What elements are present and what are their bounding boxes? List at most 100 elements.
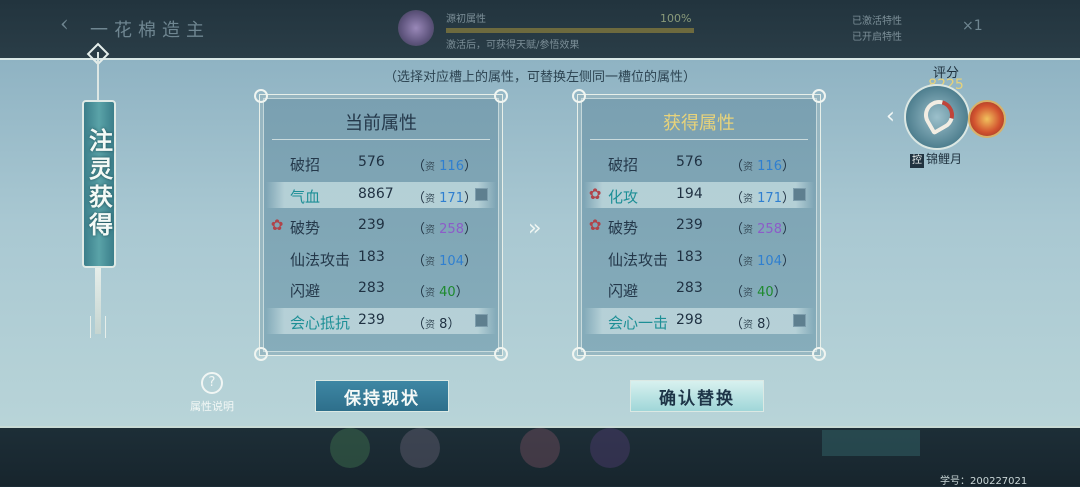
aptitude-number: 104	[757, 253, 782, 269]
game-bottom-bar	[0, 428, 1080, 486]
attribute-row[interactable]: 闪避 283 （资 40）	[266, 276, 496, 302]
special-attribute-icon: ✿	[588, 184, 602, 203]
attribute-row[interactable]: ✿ 破势 239 （资 258）	[266, 213, 496, 239]
back-icon[interactable]: ‹	[60, 12, 69, 37]
attribute-name: 破势	[290, 219, 321, 237]
activity-progress-bar	[446, 28, 694, 33]
slot-checkbox-icon[interactable]	[475, 187, 488, 201]
attribute-value: 576	[676, 154, 703, 170]
attribute-name: 破招	[290, 156, 321, 174]
paren-close: ）	[447, 316, 461, 332]
current-attributes-title: 当前属性	[345, 113, 417, 134]
aptitude-prefix: 资	[743, 319, 754, 331]
pet-name: 控锦鲤月	[910, 150, 962, 168]
paren-open: （	[730, 253, 744, 269]
attribute-name: 仙法攻击	[608, 250, 669, 269]
attribute-aptitude: （资 171）	[412, 187, 477, 206]
right-status-top: 已激活特性	[852, 16, 902, 27]
special-attribute-icon: ✿	[270, 216, 284, 234]
pet-name-text: 锦鲤月	[926, 152, 963, 166]
bottom-action-button	[822, 430, 920, 456]
replace-arrow-icon: »	[528, 216, 542, 241]
game-top-bar: ‹ 一花棉造主 源初属性 100% 激活后，可获得天赋/参悟效果 已激活特性 已…	[0, 0, 1080, 58]
attribute-value: 283	[358, 280, 385, 296]
attribute-aptitude: （资 40）	[412, 281, 469, 300]
attribute-row[interactable]: 破招 576 （资 116）	[584, 150, 814, 176]
aptitude-prefix: 资	[425, 319, 436, 331]
attribute-name: 闪避	[290, 282, 321, 300]
activity-orb-icon	[398, 10, 434, 46]
help-icon[interactable]: ?	[201, 372, 223, 394]
paren-close: ）	[463, 222, 477, 237]
attribute-aptitude: （资 171）	[730, 187, 795, 206]
aptitude-number: 258	[439, 222, 464, 237]
attribute-row[interactable]: 闪避 283 （资 40）	[584, 276, 814, 302]
attribute-aptitude: （资 116）	[730, 155, 795, 174]
paren-open: （	[412, 316, 426, 332]
attribute-value: 283	[676, 280, 703, 296]
bottom-avatar-3	[520, 428, 560, 468]
attribute-aptitude: （资 104）	[412, 250, 477, 269]
attribute-aptitude: （资 258）	[412, 218, 477, 237]
paren-open: （	[412, 285, 426, 300]
game-title: 一花棉造主	[90, 20, 210, 41]
attribute-value: 576	[358, 154, 385, 170]
paren-open: （	[730, 316, 744, 332]
slot-checkbox-icon[interactable]	[793, 187, 806, 201]
activity-name: 源初属性	[446, 14, 486, 25]
attribute-name: 破招	[608, 156, 639, 174]
attribute-replace-panel: （选择对应槽上的属性，可替换左侧同一槽位的属性） 评分 8225 ‹ 控锦鲤月	[0, 58, 1080, 428]
corner-ornament	[572, 89, 586, 103]
aptitude-number: 40	[757, 285, 774, 300]
paren-open: （	[730, 222, 744, 237]
attribute-value: 194	[676, 185, 703, 202]
keep-current-button[interactable]: 保持现状	[315, 380, 449, 412]
attribute-row[interactable]: 仙法攻击 183 （资 104）	[266, 245, 496, 271]
slot-checkbox-icon[interactable]	[793, 313, 806, 327]
attribute-name: 气血	[290, 187, 321, 206]
attribute-row[interactable]: 气血 8867 （资 171）	[266, 181, 496, 208]
aptitude-number: 258	[757, 222, 782, 237]
aptitude-prefix: 资	[743, 193, 754, 205]
slot-checkbox-icon[interactable]	[475, 313, 488, 327]
corner-ornament	[812, 347, 826, 361]
student-id: 学号：200227021	[940, 476, 1028, 487]
attribute-value: 239	[676, 217, 703, 233]
paren-open: （	[412, 222, 426, 237]
attribute-name: 化攻	[608, 187, 639, 206]
paren-open: （	[730, 190, 744, 206]
paren-close: ）	[781, 159, 795, 174]
attribute-row[interactable]: 会心一击 298 （资 8）	[584, 307, 814, 334]
aptitude-number: 171	[439, 190, 464, 206]
pet-prev-icon[interactable]: ‹	[886, 104, 895, 129]
attribute-name: 会心一击	[608, 313, 669, 332]
aptitude-number: 40	[439, 285, 456, 300]
attribute-name: 仙法攻击	[290, 250, 351, 269]
attribute-name: 闪避	[608, 282, 639, 300]
pet-orb-icon[interactable]	[968, 100, 1006, 138]
attribute-help[interactable]: ? 属性说明	[182, 372, 242, 414]
corner-ornament	[254, 89, 268, 103]
bottom-avatar-4	[590, 428, 630, 468]
attribute-value: 239	[358, 311, 385, 328]
attribute-value: 298	[676, 311, 703, 328]
attribute-row[interactable]: 会心抵抗 239 （资 8）	[266, 307, 496, 334]
corner-ornament	[494, 89, 508, 103]
bottom-avatar-1	[330, 428, 370, 468]
right-status-sub: 已开启特性	[852, 32, 902, 43]
help-label[interactable]: 属性说明	[182, 398, 242, 414]
paren-open: （	[730, 285, 744, 300]
attribute-row[interactable]: 仙法攻击 183 （资 104）	[584, 245, 814, 271]
attribute-row[interactable]: ✿ 破势 239 （资 258）	[584, 213, 814, 239]
attribute-row[interactable]: 破招 576 （资 116）	[266, 150, 496, 176]
aptitude-number: 116	[757, 159, 782, 174]
aptitude-prefix: 资	[425, 162, 436, 173]
paren-open: （	[730, 159, 744, 174]
gained-attributes-card: 获得属性 破招 576 （资 116） ✿ 化攻 194 （资 171） ✿ 破势 239 （资 2…	[572, 89, 826, 361]
activity-desc: 激活后，可获得天赋/参悟效果	[446, 40, 580, 51]
attribute-row[interactable]: ✿ 化攻 194 （资 171）	[584, 181, 814, 208]
confirm-replace-button[interactable]: 确认替换	[630, 380, 764, 412]
paren-close: ）	[455, 285, 469, 300]
bottom-avatar-2	[400, 428, 440, 468]
attribute-aptitude: （资 8）	[412, 313, 460, 332]
